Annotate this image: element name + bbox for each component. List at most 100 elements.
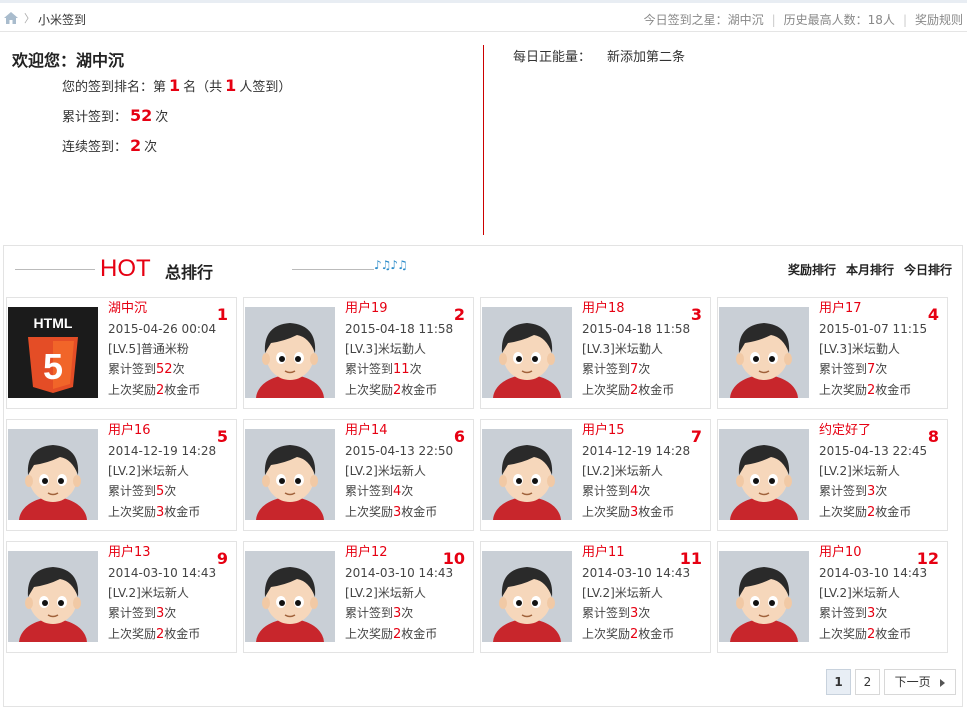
user-avatar[interactable]	[482, 307, 572, 398]
total-signin-prefix: 累计签到	[108, 484, 157, 498]
user-level: [LV.2]米坛新人	[819, 464, 900, 478]
ranking-card: 用户13 2014-03-10 14:43 [LV.2]米坛新人 累计签到3次 上次奖励…	[6, 541, 237, 653]
total-signin-prefix: 累计签到	[582, 484, 631, 498]
user-avatar[interactable]	[245, 551, 335, 642]
default-avatar-icon	[719, 429, 809, 520]
next-page-label: 下一页	[894, 675, 931, 689]
user-name-link[interactable]: 用户16	[108, 421, 216, 441]
last-reward: 上次奖励2枚金币	[582, 380, 690, 401]
user-level: [LV.3]米坛勤人	[819, 342, 900, 356]
signin-date: 2014-03-10 14:43	[345, 566, 454, 580]
user-name-link[interactable]: 用户15	[582, 421, 690, 441]
total-signin-prefix: 累计签到	[108, 606, 157, 620]
user-avatar[interactable]	[482, 429, 572, 520]
last-reward: 上次奖励2枚金币	[582, 624, 690, 645]
total-signin-value: 52	[156, 362, 173, 377]
signin-date: 2015-04-13 22:50	[345, 444, 454, 458]
last-reward-prefix: 上次奖励	[819, 505, 868, 519]
reward-rules-link[interactable]: 奖励规则	[915, 13, 963, 27]
total-suffix: 次	[155, 110, 169, 125]
total-signin-unit: 次	[172, 362, 185, 376]
page-1-button[interactable]: 1	[826, 669, 851, 695]
user-level: [LV.2]米坛新人	[108, 464, 189, 478]
last-reward-prefix: 上次奖励	[108, 383, 157, 397]
ranking-title: 总排行	[165, 263, 214, 282]
last-reward-prefix: 上次奖励	[345, 627, 394, 641]
rank-number: 12	[916, 549, 939, 568]
default-avatar-icon	[719, 307, 809, 398]
breadcrumb-current[interactable]: 小米签到	[38, 11, 86, 28]
last-reward: 上次奖励2枚金币	[345, 624, 453, 645]
user-avatar[interactable]: HTML 5	[8, 307, 98, 398]
user-name-link[interactable]: 湖中沉	[108, 299, 216, 319]
user-name-link[interactable]: 用户17	[819, 299, 927, 319]
rank-number: 7	[690, 427, 702, 446]
ranking-card: 用户17 2015-01-07 11:15 [LV.3]米坛勤人 累计签到7次 上次奖励…	[717, 297, 948, 409]
total-signin-unit: 次	[875, 606, 888, 620]
signin-date: 2014-12-19 14:28	[108, 444, 217, 458]
last-reward-prefix: 上次奖励	[582, 627, 631, 641]
signin-date: 2014-03-10 14:43	[819, 566, 928, 580]
total-signin-unit: 次	[875, 484, 888, 498]
streak-stat: 连续签到： 2 次	[62, 136, 157, 155]
user-avatar[interactable]	[245, 429, 335, 520]
user-avatar[interactable]	[8, 429, 98, 520]
user-avatar[interactable]	[719, 307, 809, 398]
home-icon[interactable]	[4, 12, 18, 24]
last-reward: 上次奖励3枚金币	[582, 502, 690, 523]
total-signin: 累计签到3次	[819, 481, 927, 502]
user-info: 用户14 2015-04-13 22:50 [LV.2]米坛新人 累计签到4次 上次奖励…	[345, 421, 453, 523]
total-signin-prefix: 累计签到	[345, 484, 394, 498]
user-name-link[interactable]: 用户18	[582, 299, 690, 319]
user-name-link[interactable]: 用户11	[582, 543, 690, 563]
user-name-link[interactable]: 用户13	[108, 543, 216, 563]
total-signin: 累计签到4次	[582, 481, 690, 502]
default-avatar-icon	[245, 307, 335, 398]
user-level: [LV.2]米坛新人	[108, 586, 189, 600]
divider: |	[771, 13, 776, 27]
user-name-link[interactable]: 用户12	[345, 543, 453, 563]
user-name-link[interactable]: 用户19	[345, 299, 453, 319]
rank-number: 1	[216, 305, 228, 324]
divider: |	[902, 13, 907, 27]
user-info: 用户16 2014-12-19 14:28 [LV.2]米坛新人 累计签到5次 上次奖励…	[108, 421, 216, 523]
last-reward-unit: 枚金币	[401, 505, 438, 519]
user-name-link[interactable]: 用户14	[345, 421, 453, 441]
user-info: 湖中沉 2015-04-26 00:04 [LV.5]普通米粉 累计签到52次 上次奖励…	[108, 299, 216, 401]
user-info: 用户12 2014-03-10 14:43 [LV.2]米坛新人 累计签到3次 上次奖励…	[345, 543, 453, 645]
rank-number: 3	[690, 305, 702, 324]
total-signin-value: 11	[393, 362, 410, 377]
title-line-left	[15, 269, 95, 270]
last-reward: 上次奖励2枚金币	[819, 624, 927, 645]
user-name-link[interactable]: 约定好了	[819, 421, 927, 441]
user-avatar[interactable]	[482, 551, 572, 642]
total-signin-prefix: 累计签到	[819, 484, 868, 498]
last-reward-unit: 枚金币	[638, 505, 675, 519]
today-star: 今日签到之星：湖中沉	[643, 13, 764, 27]
ranking-card: 用户18 2015-04-18 11:58 [LV.3]米坛勤人 累计签到7次 上次奖励…	[480, 297, 711, 409]
user-avatar[interactable]	[719, 429, 809, 520]
ranking-card: 用户11 2014-03-10 14:43 [LV.2]米坛新人 累计签到3次 上次奖励…	[480, 541, 711, 653]
rank-stat: 您的签到排名：第 1 名（共 1 人签到）	[62, 76, 291, 95]
last-reward-prefix: 上次奖励	[108, 627, 157, 641]
total-signin-prefix: 累计签到	[345, 606, 394, 620]
tab-daily-ranking[interactable]: 今日排行	[904, 263, 952, 277]
tab-monthly-ranking[interactable]: 本月排行	[846, 263, 894, 277]
rank-total: 1	[225, 76, 237, 95]
total-signin: 累计签到3次	[345, 603, 453, 624]
title-line-right	[292, 269, 374, 270]
last-reward: 上次奖励2枚金币	[108, 624, 216, 645]
user-info: 约定好了 2015-04-13 22:45 [LV.2]米坛新人 累计签到3次 上次奖励…	[819, 421, 927, 523]
signin-date: 2015-04-26 00:04	[108, 322, 217, 336]
user-name-link[interactable]: 用户10	[819, 543, 927, 563]
last-reward: 上次奖励3枚金币	[345, 502, 453, 523]
page-2-button[interactable]: 2	[855, 669, 880, 695]
user-avatar[interactable]	[719, 551, 809, 642]
user-avatar[interactable]	[8, 551, 98, 642]
tab-reward-ranking[interactable]: 奖励排行	[788, 263, 836, 277]
top-accent-line	[0, 0, 967, 3]
energy-label: 每日正能量：	[513, 50, 592, 65]
user-avatar[interactable]	[245, 307, 335, 398]
total-signin: 累计签到7次	[582, 359, 690, 380]
next-page-button[interactable]: 下一页	[884, 669, 956, 695]
